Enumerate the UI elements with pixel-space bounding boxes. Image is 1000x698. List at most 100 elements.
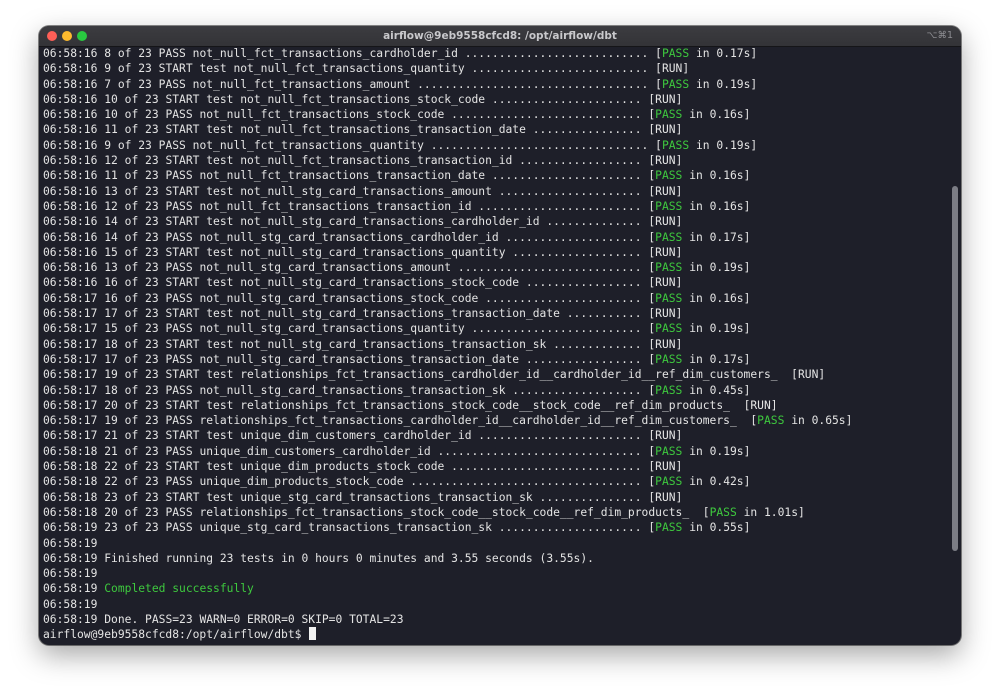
log-timestamp: 06:58:17 xyxy=(43,307,98,321)
log-timestamp: 06:58:16 xyxy=(43,199,98,213)
status-pass: PASS xyxy=(655,521,683,535)
log-line: 06:58:18 22 of 23 START test unique_dim_… xyxy=(43,460,683,474)
log-message: 19 of 23 START test relationships_fct_tr… xyxy=(104,368,792,382)
terminal-output[interactable]: 06:58:16 8 of 23 PASS not_null_fct_trans… xyxy=(43,46,947,645)
log-message: 23 of 23 PASS unique_stg_card_transactio… xyxy=(104,521,649,535)
log-timestamp: 06:58:16 xyxy=(43,215,98,229)
status-pass: PASS xyxy=(655,291,683,305)
log-timestamp: 06:58:19 xyxy=(43,597,98,611)
status-duration: in 0.16s xyxy=(689,199,744,213)
log-message: 22 of 23 START test unique_dim_products_… xyxy=(104,460,649,474)
log-message: 8 of 23 PASS not_null_fct_transactions_c… xyxy=(104,47,656,60)
log-message: 22 of 23 PASS unique_dim_products_stock_… xyxy=(104,475,649,489)
status-pass: PASS xyxy=(655,383,683,397)
title-bar[interactable]: airflow@9eb9558cfcd8: /opt/airflow/dbt ⌥… xyxy=(39,26,961,47)
log-message: 10 of 23 PASS not_null_fct_transactions_… xyxy=(104,108,649,122)
status-run: RUN xyxy=(797,368,819,382)
log-timestamp: 06:58:17 xyxy=(43,322,98,336)
status-pass: PASS xyxy=(655,444,683,458)
log-timestamp: 06:58:16 xyxy=(43,138,98,152)
status-duration: in 0.45s xyxy=(689,383,744,397)
log-message: 9 of 23 START test not_null_fct_transact… xyxy=(104,62,656,76)
log-message: 10 of 23 START test not_null_fct_transac… xyxy=(104,92,649,106)
status-run: RUN xyxy=(655,307,676,321)
status-run: RUN xyxy=(655,276,676,290)
status-pass: PASS xyxy=(709,505,737,519)
log-message: 14 of 23 START test not_null_stg_card_tr… xyxy=(104,215,649,229)
log-timestamp: 06:58:18 xyxy=(43,490,98,504)
log-line: 06:58:16 10 of 23 PASS not_null_fct_tran… xyxy=(43,108,751,122)
log-line: 06:58:17 17 of 23 START test not_null_st… xyxy=(43,307,683,321)
status-run: RUN xyxy=(655,429,676,443)
log-message: 11 of 23 START test not_null_fct_transac… xyxy=(104,123,649,137)
log-timestamp: 06:58:19 xyxy=(43,521,98,535)
command-prompt[interactable]: airflow@9eb9558cfcd8:/opt/airflow/dbt$ xyxy=(43,627,947,642)
scrollbar[interactable] xyxy=(952,48,958,643)
log-timestamp: 06:58:17 xyxy=(43,398,98,412)
log-timestamp: 06:58:16 xyxy=(43,77,98,91)
log-message: 21 of 23 START test unique_dim_customers… xyxy=(104,429,649,443)
status-duration: in 1.01s xyxy=(743,505,799,519)
status-run: RUN xyxy=(655,123,676,137)
status-pass: PASS xyxy=(655,230,683,244)
status-pass: PASS xyxy=(655,108,683,122)
log-message: 18 of 23 START test not_null_stg_card_tr… xyxy=(104,337,649,351)
log-message: Done. PASS=23 WARN=0 ERROR=0 SKIP=0 TOTA… xyxy=(104,612,404,626)
log-line: 06:58:19 Completed successfully xyxy=(43,581,947,596)
log-message: 20 of 23 PASS relationships_fct_transact… xyxy=(104,505,703,519)
log-message: 20 of 23 START test relationships_fct_tr… xyxy=(104,398,744,412)
log-message: 7 of 23 PASS not_null_fct_transactions_a… xyxy=(104,77,656,91)
status-pass: PASS xyxy=(661,138,690,152)
window-shortcut: ⌥⌘1 xyxy=(926,30,954,41)
status-run: RUN xyxy=(655,245,676,259)
log-message: 21 of 23 PASS unique_dim_customers_cardh… xyxy=(104,444,649,458)
log-line: 06:58:18 20 of 23 PASS relationships_fct… xyxy=(43,505,805,519)
status-duration: in 0.16s xyxy=(689,108,744,122)
log-line: 06:58:19 Done. PASS=23 WARN=0 ERROR=0 SK… xyxy=(43,612,947,627)
log-line: 06:58:16 13 of 23 START test not_null_st… xyxy=(43,184,683,198)
log-timestamp: 06:58:16 xyxy=(43,230,98,244)
status-run: RUN xyxy=(661,62,683,76)
log-message: 13 of 23 PASS not_null_stg_card_transact… xyxy=(104,261,649,275)
status-pass: PASS xyxy=(661,77,690,91)
log-line: 06:58:16 14 of 23 START test not_null_st… xyxy=(43,215,683,229)
status-pass: PASS xyxy=(757,414,785,428)
log-timestamp: 06:58:19 xyxy=(43,551,98,565)
status-duration: in 0.19s xyxy=(689,444,744,458)
scrollbar-thumb[interactable] xyxy=(952,186,958,551)
status-run: RUN xyxy=(655,337,676,351)
log-message: 16 of 23 START test not_null_stg_card_tr… xyxy=(104,276,649,290)
log-line: 06:58:18 21 of 23 PASS unique_dim_custom… xyxy=(43,444,751,458)
status-run: RUN xyxy=(655,490,676,504)
log-message: 15 of 23 PASS not_null_stg_card_transact… xyxy=(104,322,649,336)
log-line: 06:58:17 17 of 23 PASS not_null_stg_card… xyxy=(43,352,751,366)
status-run: RUN xyxy=(655,460,676,474)
log-timestamp: 06:58:16 xyxy=(43,169,98,183)
status-run: RUN xyxy=(655,184,676,198)
status-duration: in 0.17s xyxy=(689,230,744,244)
log-line: 06:58:16 11 of 23 START test not_null_fc… xyxy=(43,123,683,137)
log-timestamp: 06:58:19 xyxy=(43,582,98,596)
log-message: 9 of 23 PASS not_null_fct_transactions_q… xyxy=(104,138,656,152)
log-line: 06:58:19 23 of 23 PASS unique_stg_card_t… xyxy=(43,521,751,535)
log-line: 06:58:17 18 of 23 START test not_null_st… xyxy=(43,337,683,351)
status-run: RUN xyxy=(750,398,771,412)
log-message: 13 of 23 START test not_null_stg_card_tr… xyxy=(104,184,649,198)
status-duration: in 0.17s xyxy=(689,352,744,366)
log-timestamp: 06:58:16 xyxy=(43,108,98,122)
status-duration: in 0.19s xyxy=(695,77,751,91)
log-line: 06:58:17 20 of 23 START test relationshi… xyxy=(43,398,778,412)
log-line: 06:58:19 Finished running 23 tests in 0 … xyxy=(43,551,947,566)
log-timestamp: 06:58:16 xyxy=(43,276,98,290)
log-line: 06:58:17 16 of 23 PASS not_null_stg_card… xyxy=(43,291,751,305)
status-duration: in 0.55s xyxy=(689,521,744,535)
log-timestamp: 06:58:16 xyxy=(43,62,98,76)
log-timestamp: 06:58:19 xyxy=(43,567,98,581)
log-line: 06:58:18 22 of 23 PASS unique_dim_produc… xyxy=(43,475,751,489)
log-timestamp: 06:58:18 xyxy=(43,505,98,519)
log-message: 12 of 23 START test not_null_fct_transac… xyxy=(104,154,649,168)
log-timestamp: 06:58:16 xyxy=(43,261,98,275)
log-message: 11 of 23 PASS not_null_fct_transactions_… xyxy=(104,169,649,183)
status-pass: PASS xyxy=(655,169,683,183)
log-message: Finished running 23 tests in 0 hours 0 m… xyxy=(104,551,594,565)
